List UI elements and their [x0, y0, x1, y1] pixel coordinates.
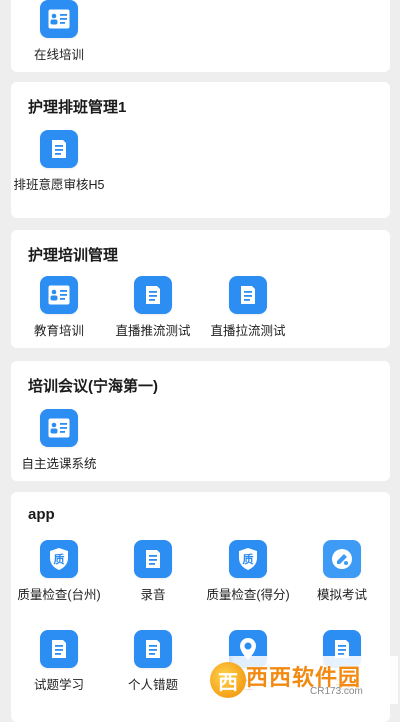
document-list-icon — [134, 630, 172, 668]
document-list-icon — [229, 276, 267, 314]
section-title: app — [28, 506, 55, 523]
document-list-icon — [323, 630, 361, 668]
document-list-icon — [40, 130, 78, 168]
grid-item-schedule-review[interactable]: 排班意愿审核H5 — [11, 130, 107, 193]
item-label: 三) — [333, 678, 351, 692]
section-title: 护理培训管理 — [28, 247, 119, 264]
item-label: 排班意愿审核H5 — [13, 178, 105, 192]
document-list-icon — [40, 630, 78, 668]
document-card-icon — [40, 276, 78, 314]
grid-item-live-push-test[interactable]: 直播推流测试 — [105, 276, 201, 339]
grid-item-live-pull-test[interactable]: 直播拉流测试 — [200, 276, 296, 339]
section-card-scheduling: 护理排班管理1 排班意愿审核H5 — [11, 82, 390, 218]
section-title: 护理排班管理1 — [28, 99, 127, 116]
item-label: 质量检查(台州) — [17, 588, 101, 602]
item-label: 质量检查(得分) — [206, 588, 290, 602]
grid-item-online-training[interactable]: 在线培训 — [11, 0, 107, 63]
item-label: 直播推流测试 — [115, 324, 191, 338]
section-title: 培训会议(宁海第一) — [28, 378, 158, 395]
grid-item-education-training[interactable]: 教育培训 — [11, 276, 107, 339]
grid-item-question-study[interactable]: 试题学习 — [11, 630, 107, 693]
grid-item-online[interactable]: 在 — [200, 630, 296, 693]
grid-item-quality-check-score[interactable]: 质 质量检查(得分) — [200, 540, 296, 603]
svg-text:质: 质 — [243, 552, 254, 566]
grid-item-course-selection[interactable]: 自主选课系统 — [11, 409, 107, 472]
grid-item-quality-check-taizhou[interactable]: 质 质量检查(台州) — [11, 540, 107, 603]
item-label: 教育培训 — [33, 324, 84, 338]
location-pin-icon — [229, 630, 267, 668]
item-label: 在线培训 — [33, 48, 84, 62]
item-label: 录音 — [140, 588, 166, 602]
item-label: 直播拉流测试 — [210, 324, 286, 338]
grid-item-personal-mistakes[interactable]: 个人错题 — [105, 630, 201, 693]
item-label: 在 — [241, 678, 255, 692]
quality-shield-icon: 质 — [229, 540, 267, 578]
quality-shield-icon: 质 — [40, 540, 78, 578]
item-label: 试题学习 — [33, 678, 84, 692]
item-label: 自主选课系统 — [21, 457, 97, 471]
item-label: 个人错题 — [127, 678, 178, 692]
grid-item-last[interactable]: 三) — [294, 630, 390, 693]
section-card-app: app 质 质量检查(台州) 录音 质 质量检查(得分) 模拟考试 试题学习 个… — [11, 492, 390, 722]
svg-text:质: 质 — [54, 552, 65, 566]
exam-icon — [323, 540, 361, 578]
section-card-online-training: 在线培训 — [11, 0, 390, 72]
item-label: 模拟考试 — [316, 588, 367, 602]
section-card-training-meeting: 培训会议(宁海第一) 自主选课系统 — [11, 361, 390, 481]
document-card-icon — [40, 0, 78, 38]
document-list-icon — [134, 276, 172, 314]
grid-item-mock-exam[interactable]: 模拟考试 — [294, 540, 390, 603]
document-list-icon — [134, 540, 172, 578]
document-card-icon — [40, 409, 78, 447]
grid-item-recording[interactable]: 录音 — [105, 540, 201, 603]
section-card-nursing-training: 护理培训管理 教育培训 直播推流测试 直播拉流测试 — [11, 230, 390, 348]
